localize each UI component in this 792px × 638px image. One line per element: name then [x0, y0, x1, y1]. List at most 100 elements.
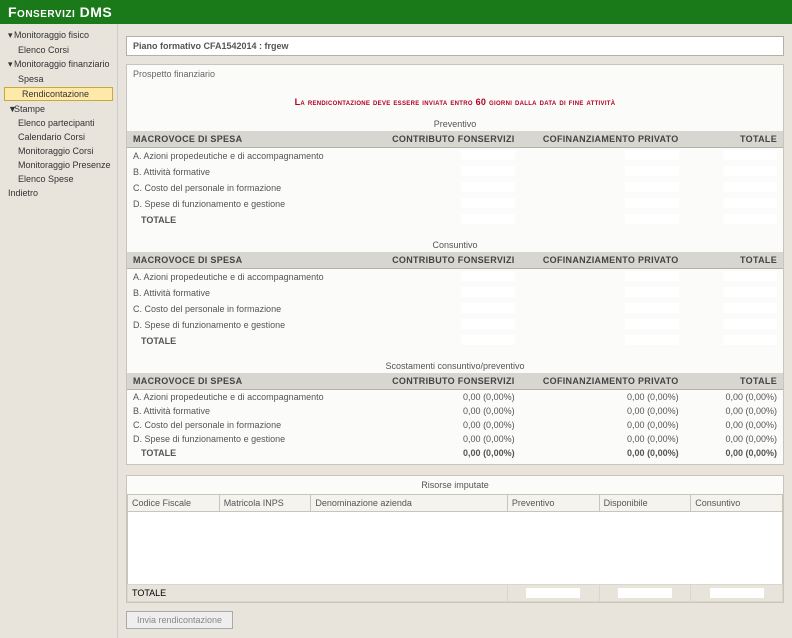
- nav-calendario-corsi[interactable]: Calendario Corsi: [0, 130, 117, 144]
- cell-label: B. Attività formative: [127, 164, 376, 180]
- col-contrib: CONTRIBUTO FONSERVIZI: [376, 252, 520, 269]
- section-scostamenti: Scostamenti consuntivo/preventivo: [127, 359, 783, 373]
- blank-value: [461, 287, 515, 297]
- cell-value: 0,00 (0,00%): [685, 446, 783, 460]
- alert-message: La rendicontazione deve essere inviata e…: [127, 83, 783, 117]
- panel-title: Prospetto finanziario: [127, 65, 783, 83]
- cell-label: B. Attività formative: [127, 285, 376, 301]
- blank-value: [625, 150, 679, 160]
- section-preventivo: Preventivo: [127, 117, 783, 131]
- table-row: B. Attività formative: [127, 285, 783, 301]
- nav-stampe[interactable]: ▼Stampe: [0, 102, 117, 116]
- main-content: Piano formativo CFA1542014 : frgew Prosp…: [118, 24, 792, 638]
- table-row: D. Spese di funzionamento e gestione: [127, 196, 783, 212]
- col-cofin: COFINANZIAMENTO PRIVATO: [521, 373, 685, 390]
- table-row: D. Spese di funzionamento e gestione: [127, 317, 783, 333]
- sidebar: ▾Monitoraggio fisico Elenco Corsi ▾Monit…: [0, 24, 118, 638]
- cell-value: 0,00 (0,00%): [685, 404, 783, 418]
- col-cf: Codice Fiscale: [128, 495, 220, 512]
- blank-value: [625, 271, 679, 281]
- cell-value: 0,00 (0,00%): [376, 404, 520, 418]
- table-preventivo: MACROVOCE DI SPESA CONTRIBUTO FONSERVIZI…: [127, 131, 783, 228]
- nav-label: Elenco Corsi: [18, 45, 69, 55]
- blank-value: [723, 303, 777, 313]
- nav-monitoraggio-fisico[interactable]: ▾Monitoraggio fisico: [0, 28, 117, 43]
- blank-value: [618, 588, 672, 598]
- col-cons: Consuntivo: [691, 495, 783, 512]
- risorse-tot-disp: [599, 585, 691, 602]
- blank-value: [461, 319, 515, 329]
- nav-elenco-spese[interactable]: Elenco Spese: [0, 172, 117, 186]
- nav-spesa[interactable]: Spesa: [0, 72, 117, 86]
- submit-button[interactable]: Invia rendicontazione: [126, 611, 233, 629]
- cell-label: D. Spese di funzionamento e gestione: [127, 432, 376, 446]
- nav-label: Monitoraggio Corsi: [18, 146, 94, 156]
- nav-indietro[interactable]: Indietro: [0, 186, 117, 200]
- blank-value: [461, 182, 515, 192]
- blank-value: [461, 271, 515, 281]
- blank-value: [723, 166, 777, 176]
- cell-value: 0,00 (0,00%): [685, 432, 783, 446]
- risorse-title: Risorse imputate: [127, 476, 783, 494]
- blank-value: [625, 182, 679, 192]
- cell-value: 0,00 (0,00%): [376, 432, 520, 446]
- cell-label: A. Azioni propedeutiche e di accompagnam…: [127, 269, 376, 286]
- cell-label: C. Costo del personale in formazione: [127, 418, 376, 432]
- financial-panel: Prospetto finanziario La rendicontazione…: [126, 64, 784, 465]
- cell-value: 0,00 (0,00%): [521, 432, 685, 446]
- cell-label: C. Costo del personale in formazione: [127, 301, 376, 317]
- table-row: A. Azioni propedeutiche e di accompagnam…: [127, 390, 783, 405]
- nav-elenco-corsi[interactable]: Elenco Corsi: [0, 43, 117, 57]
- cell-value: 0,00 (0,00%): [376, 446, 520, 460]
- blank-value: [625, 303, 679, 313]
- col-macro: MACROVOCE DI SPESA: [127, 252, 376, 269]
- risorse-header-table: Codice Fiscale Matricola INPS Denominazi…: [127, 494, 783, 512]
- app-title: Fonservizi DMS: [8, 4, 112, 20]
- blank-value: [461, 214, 515, 224]
- col-totale: TOTALE: [685, 131, 783, 148]
- nav-label: Rendicontazione: [22, 89, 89, 99]
- cell-value: 0,00 (0,00%): [521, 390, 685, 405]
- blank-value: [461, 303, 515, 313]
- nav-rendicontazione[interactable]: Rendicontazione: [4, 87, 113, 101]
- nav-label: Monitoraggio Presenze: [18, 160, 111, 170]
- col-macro: MACROVOCE DI SPESA: [127, 373, 376, 390]
- table-row-total: TOTALE0,00 (0,00%)0,00 (0,00%)0,00 (0,00…: [127, 446, 783, 460]
- table-row-total: TOTALE: [128, 585, 783, 602]
- nav-monitoraggio-corsi[interactable]: Monitoraggio Corsi: [0, 144, 117, 158]
- nav-label: Monitoraggio fisico: [14, 30, 89, 40]
- nav-label: Stampe: [14, 104, 45, 114]
- section-consuntivo: Consuntivo: [127, 238, 783, 252]
- nav-monitoraggio-finanziario[interactable]: ▾Monitoraggio finanziario: [0, 57, 117, 72]
- col-inps: Matricola INPS: [219, 495, 311, 512]
- cell-label: TOTALE: [127, 212, 376, 228]
- table-header: MACROVOCE DI SPESA CONTRIBUTO FONSERVIZI…: [127, 373, 783, 390]
- cell-label: B. Attività formative: [127, 404, 376, 418]
- blank-value: [723, 198, 777, 208]
- blank-value: [625, 319, 679, 329]
- nav-monitoraggio-presenze[interactable]: Monitoraggio Presenze: [0, 158, 117, 172]
- cell-value: 0,00 (0,00%): [521, 404, 685, 418]
- risorse-totale-label: TOTALE: [128, 585, 508, 602]
- table-row: A. Azioni propedeutiche e di accompagnam…: [127, 269, 783, 286]
- col-cofin: COFINANZIAMENTO PRIVATO: [521, 131, 685, 148]
- cell-label: TOTALE: [127, 333, 376, 349]
- blank-value: [625, 166, 679, 176]
- blank-value: [526, 588, 580, 598]
- col-totale: TOTALE: [685, 373, 783, 390]
- cell-label: C. Costo del personale in formazione: [127, 180, 376, 196]
- nav-elenco-partecipanti[interactable]: Elenco partecipanti: [0, 116, 117, 130]
- cell-label: TOTALE: [127, 446, 376, 460]
- table-row: B. Attività formative: [127, 164, 783, 180]
- blank-value: [625, 287, 679, 297]
- cell-label: A. Azioni propedeutiche e di accompagnam…: [127, 390, 376, 405]
- table-row: C. Costo del personale in formazione0,00…: [127, 418, 783, 432]
- blank-value: [461, 166, 515, 176]
- blank-value: [625, 198, 679, 208]
- blank-value: [710, 588, 764, 598]
- table-header: Codice Fiscale Matricola INPS Denominazi…: [128, 495, 783, 512]
- col-contrib: CONTRIBUTO FONSERVIZI: [376, 131, 520, 148]
- blank-value: [723, 182, 777, 192]
- blank-value: [461, 198, 515, 208]
- col-totale: TOTALE: [685, 252, 783, 269]
